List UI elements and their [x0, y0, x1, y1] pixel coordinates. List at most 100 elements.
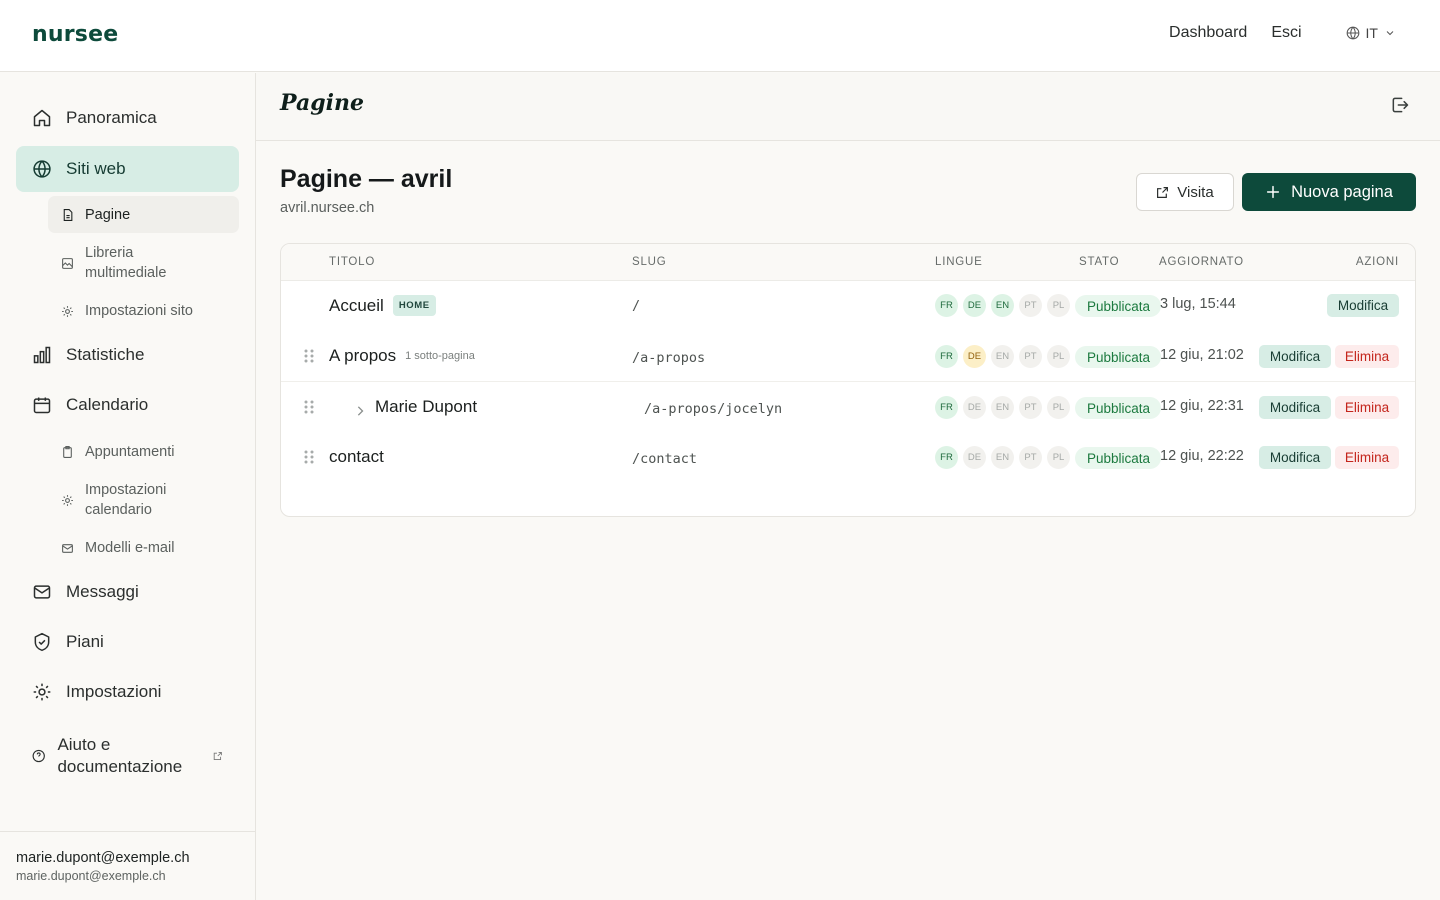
sidebar-subitem-email-templates[interactable]: Modelli e-mail: [48, 533, 239, 563]
sidebar-item-statistics[interactable]: Statistiche: [16, 332, 239, 378]
chevron-right-icon[interactable]: [356, 403, 364, 421]
lang-badge-pt[interactable]: PT: [1019, 396, 1042, 419]
sidebar-item-label: Messaggi: [66, 582, 139, 601]
column-header-slug[interactable]: SLUG: [632, 256, 667, 268]
lang-badge-de[interactable]: DE: [963, 396, 986, 419]
file-icon: [63, 208, 73, 221]
lang-badge-pt[interactable]: PT: [1019, 294, 1042, 317]
gear-icon: [33, 683, 51, 701]
sidebar-item-help[interactable]: Aiuto e documentazione: [16, 731, 239, 781]
edit-button[interactable]: Modifica: [1259, 396, 1331, 419]
user-info[interactable]: marie.dupont@exemple.ch marie.dupont@exe…: [0, 831, 256, 900]
drag-handle-icon[interactable]: [304, 349, 314, 368]
globe-icon: [33, 160, 51, 178]
home-badge: HOME: [392, 295, 436, 316]
lang-badge-pl[interactable]: PL: [1047, 345, 1070, 368]
lang-badge-en[interactable]: EN: [991, 294, 1014, 317]
status-badge: Pubblicata: [1075, 346, 1161, 368]
table-row[interactable]: contact /contact FR DE EN PT PL Pubblica…: [281, 433, 1415, 483]
dashboard-link[interactable]: Dashboard: [1169, 24, 1247, 42]
sidebar-item-plans[interactable]: Piani: [16, 619, 239, 665]
sidebar-subitem-label: Libreria multimediale: [85, 245, 167, 281]
page-title-text[interactable]: contact: [329, 447, 384, 467]
sidebar-subitem-label: Pagine: [85, 206, 131, 223]
column-header-updated[interactable]: AGGIORNATO: [1159, 256, 1244, 268]
sidebar-item-overview[interactable]: Panoramica: [16, 95, 239, 141]
shield-icon: [34, 632, 50, 652]
globe-icon: [1346, 26, 1359, 40]
edit-button[interactable]: Modifica: [1327, 294, 1399, 317]
lang-badge-en[interactable]: EN: [991, 396, 1014, 419]
drag-handle-icon[interactable]: [304, 400, 314, 419]
edit-button[interactable]: Modifica: [1259, 345, 1331, 368]
delete-button[interactable]: Elimina: [1335, 396, 1399, 419]
sidebar-item-calendar[interactable]: Calendario: [16, 382, 239, 428]
sidebar-subitem-calendar-settings[interactable]: Impostazioni calendario: [48, 479, 239, 521]
lang-badge-de[interactable]: DE: [963, 345, 986, 368]
brand-logo[interactable]: nursee: [32, 22, 118, 47]
lang-badge-pl[interactable]: PL: [1047, 294, 1070, 317]
delete-button[interactable]: Elimina: [1335, 345, 1399, 368]
table-row[interactable]: A propos 1 sotto-pagina /a-propos FR DE …: [281, 332, 1415, 382]
logout-link[interactable]: Esci: [1271, 24, 1301, 42]
sidebar: Panoramica Siti web Pagine Libreria mult…: [0, 73, 256, 900]
title-cell: A propos 1 sotto-pagina: [329, 346, 475, 366]
sidebar-item-label: Piani: [66, 632, 104, 651]
lang-badge-pl[interactable]: PL: [1047, 446, 1070, 469]
lang-badge-de[interactable]: DE: [963, 294, 986, 317]
sidebar-item-messages[interactable]: Messaggi: [16, 569, 239, 615]
lang-badge-en[interactable]: EN: [991, 345, 1014, 368]
sidebar-subitem-pages[interactable]: Pagine: [48, 196, 239, 233]
image-icon: [62, 257, 73, 269]
new-page-button[interactable]: Nuova pagina: [1242, 173, 1416, 211]
sidebar-subitem-appointments[interactable]: Appuntamenti: [48, 436, 239, 468]
visit-button[interactable]: Visita: [1136, 173, 1234, 211]
language-badges: FR DE EN PT PL: [935, 446, 1070, 469]
slug-text: /contact: [632, 451, 698, 467]
drag-handle-icon[interactable]: [304, 450, 314, 469]
top-nav: Dashboard Esci IT: [1169, 24, 1396, 42]
lang-badge-en[interactable]: EN: [991, 446, 1014, 469]
sidebar-item-label: Siti web: [66, 159, 126, 178]
page-title-text[interactable]: Accueil: [329, 296, 384, 316]
table-row[interactable]: Accueil HOME / FR DE EN PT PL Pubblicata…: [281, 281, 1415, 331]
sidebar-subitem-label: Modelli e-mail: [85, 540, 175, 556]
sidebar-subitem-media-library[interactable]: Libreria multimediale: [48, 242, 239, 284]
lang-badge-pl[interactable]: PL: [1047, 396, 1070, 419]
lang-badge-fr[interactable]: FR: [935, 396, 958, 419]
title-cell: Accueil HOME: [329, 295, 436, 316]
lang-badge-fr[interactable]: FR: [935, 294, 958, 317]
top-bar: nursee Dashboard Esci IT: [0, 0, 1440, 72]
page-title-text[interactable]: A propos: [329, 346, 396, 366]
lang-badge-de[interactable]: DE: [963, 446, 986, 469]
sidebar-subitem-label: Appuntamenti: [85, 444, 175, 460]
sidebar-subitem-label: Impostazioni calendario: [85, 482, 167, 518]
updated-text: 12 giu, 22:22: [1160, 448, 1244, 464]
language-select[interactable]: IT: [1346, 25, 1396, 41]
lang-badge-pt[interactable]: PT: [1019, 345, 1042, 368]
table-header: TITOLO SLUG LINGUE STATO AGGIORNATO AZIO…: [281, 244, 1415, 281]
column-header-status[interactable]: STATO: [1079, 256, 1119, 268]
logout-icon[interactable]: [1390, 95, 1410, 120]
sidebar-subitem-site-settings[interactable]: Impostazioni sito: [48, 296, 239, 326]
sidebar-item-settings[interactable]: Impostazioni: [16, 669, 239, 715]
calendar-icon: [33, 397, 51, 414]
visit-label: Visita: [1177, 183, 1214, 201]
title-cell: contact: [329, 447, 384, 467]
delete-button[interactable]: Elimina: [1335, 446, 1399, 469]
column-header-title[interactable]: TITOLO: [329, 256, 375, 268]
help-circle-icon: [32, 749, 45, 763]
status-badge: Pubblicata: [1075, 295, 1161, 317]
lang-badge-fr[interactable]: FR: [935, 446, 958, 469]
sidebar-item-label: Aiuto e documentazione: [57, 735, 183, 776]
subpage-count: 1 sotto-pagina: [405, 350, 475, 362]
page-title-text[interactable]: Marie Dupont: [375, 397, 477, 417]
lang-badge-pt[interactable]: PT: [1019, 446, 1042, 469]
language-badges: FR DE EN PT PL: [935, 345, 1070, 368]
edit-button[interactable]: Modifica: [1259, 446, 1331, 469]
sidebar-item-websites[interactable]: Siti web: [16, 146, 239, 192]
lang-badge-fr[interactable]: FR: [935, 345, 958, 368]
external-link-icon: [214, 751, 223, 761]
gear-icon: [62, 494, 73, 506]
table-row[interactable]: Marie Dupont /a-propos/jocelyn FR DE EN …: [281, 383, 1415, 433]
